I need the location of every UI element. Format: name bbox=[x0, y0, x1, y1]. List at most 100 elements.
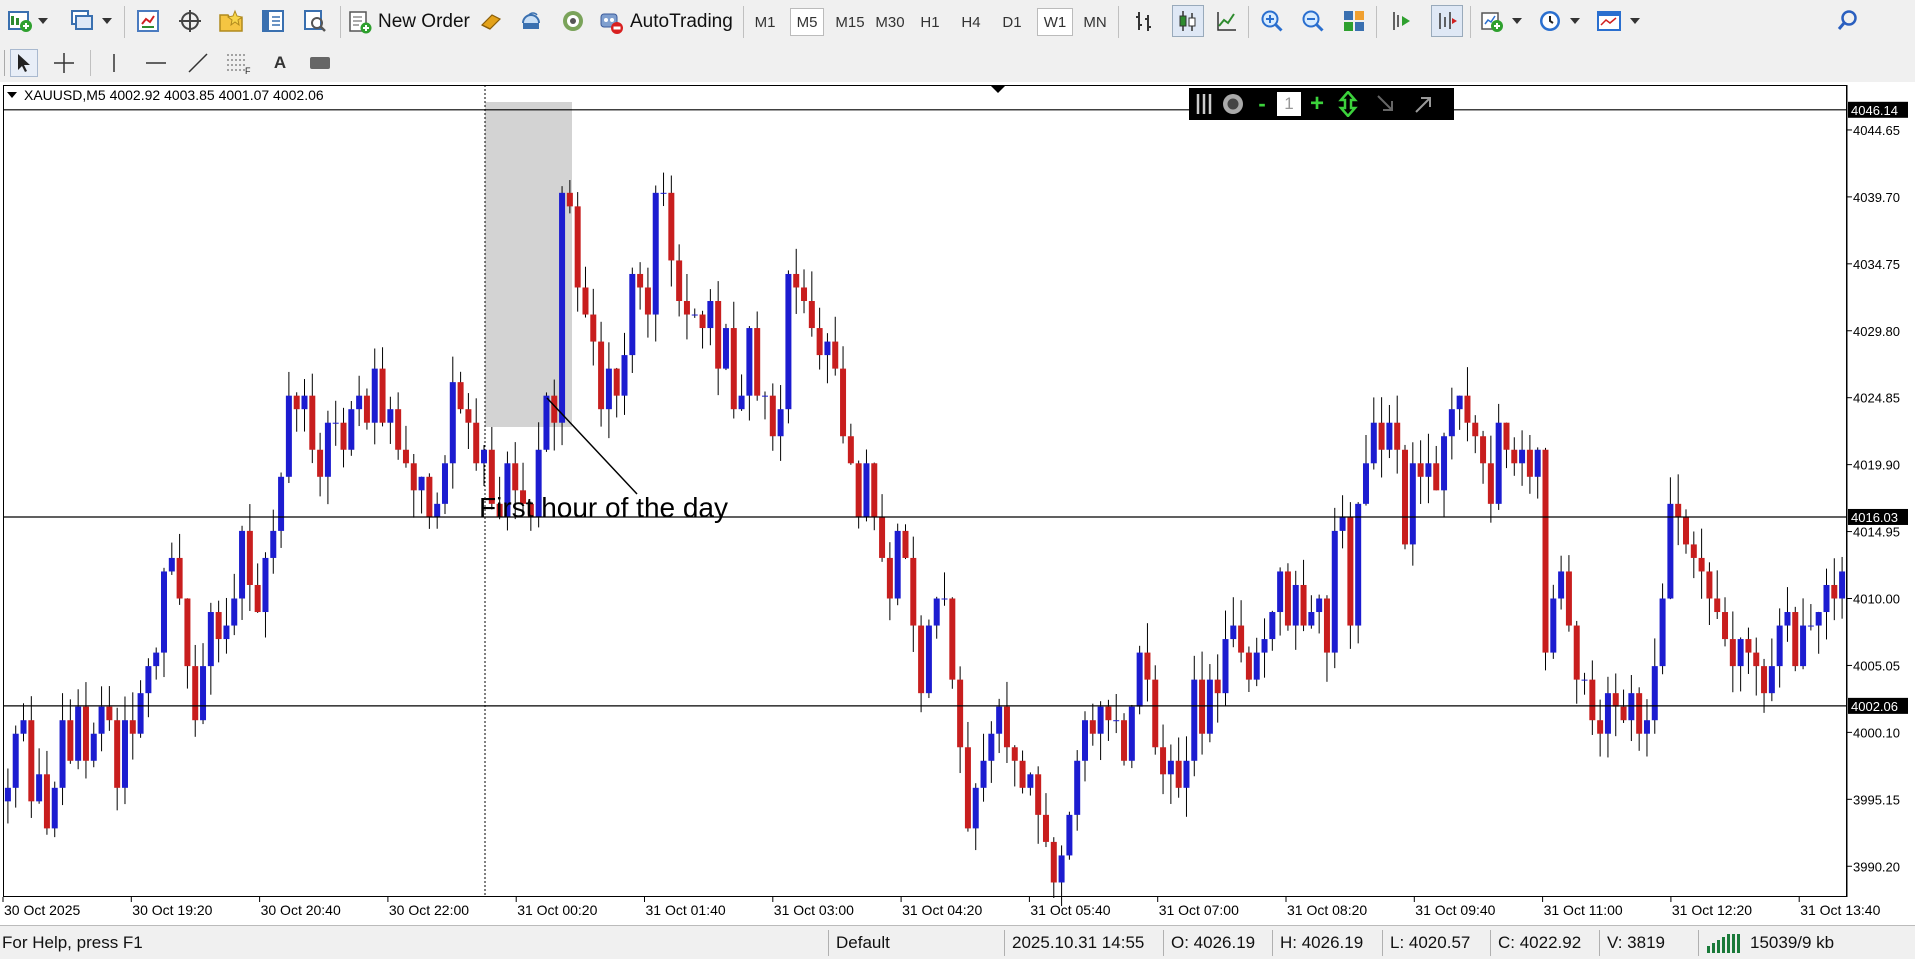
vertical-line-icon[interactable] bbox=[100, 49, 128, 77]
crosshair-tool-icon[interactable] bbox=[50, 49, 78, 77]
candle-body[interactable] bbox=[1698, 557, 1705, 572]
candle-body[interactable] bbox=[145, 666, 152, 694]
line-chart-icon[interactable] bbox=[1213, 7, 1241, 35]
candle-body[interactable] bbox=[395, 409, 402, 450]
candle-body[interactable] bbox=[543, 395, 550, 450]
candle-body[interactable] bbox=[738, 395, 745, 410]
candle-body[interactable] bbox=[1019, 760, 1026, 788]
candle-body[interactable] bbox=[840, 368, 847, 437]
candle-body[interactable] bbox=[941, 598, 948, 600]
candle-body[interactable] bbox=[980, 760, 987, 788]
candle-body[interactable] bbox=[598, 341, 605, 410]
candle-body[interactable] bbox=[231, 598, 238, 626]
candle-body[interactable] bbox=[1113, 720, 1120, 722]
candle-body[interactable] bbox=[1745, 639, 1752, 653]
candle-body[interactable] bbox=[964, 747, 971, 829]
candle-body[interactable] bbox=[894, 530, 901, 599]
candle-body[interactable] bbox=[75, 706, 82, 761]
candle-body[interactable] bbox=[512, 463, 519, 491]
candle-body[interactable] bbox=[293, 395, 300, 410]
candle-body[interactable] bbox=[1558, 571, 1565, 599]
candle-body[interactable] bbox=[1128, 706, 1135, 761]
candle-body[interactable] bbox=[1042, 814, 1049, 842]
candle-body[interactable] bbox=[1667, 503, 1674, 599]
candle-body[interactable] bbox=[1261, 639, 1268, 653]
expand-vertical-icon[interactable] bbox=[1337, 91, 1359, 117]
candle-body[interactable] bbox=[559, 192, 566, 423]
candle-body[interactable] bbox=[683, 301, 690, 315]
candle-body[interactable] bbox=[707, 301, 714, 329]
candle-body[interactable] bbox=[246, 530, 253, 585]
timeframe-m1-button[interactable]: M1 bbox=[748, 8, 782, 36]
candle-body[interactable] bbox=[1402, 449, 1409, 545]
candle-body[interactable] bbox=[481, 449, 488, 464]
candle-body[interactable] bbox=[1823, 584, 1830, 613]
candle-body[interactable] bbox=[918, 625, 925, 694]
candle-body[interactable] bbox=[652, 192, 659, 315]
first-hour-highlight[interactable] bbox=[485, 102, 572, 427]
timeframe-d1-button[interactable]: D1 bbox=[996, 8, 1028, 36]
candle-body[interactable] bbox=[207, 612, 214, 667]
candle-body[interactable] bbox=[1316, 598, 1323, 613]
candle-body[interactable] bbox=[933, 598, 940, 626]
candle-body[interactable] bbox=[387, 409, 394, 423]
connection-status-icon[interactable] bbox=[1706, 932, 1746, 954]
candle-body[interactable] bbox=[1761, 666, 1768, 694]
candle-body[interactable] bbox=[1277, 571, 1284, 613]
dropdown-arrow-icon[interactable] bbox=[100, 14, 114, 28]
candle-body[interactable] bbox=[1269, 612, 1276, 640]
candle-body[interactable] bbox=[793, 273, 800, 288]
tile-windows-icon[interactable] bbox=[1340, 7, 1368, 35]
candle-body[interactable] bbox=[1729, 639, 1736, 667]
candle-body[interactable] bbox=[1550, 598, 1557, 653]
chart-canvas[interactable]: 4046.14 4016.03 4002.06 4044.65 4039.70 4034… bbox=[0, 82, 1915, 925]
candle-body[interactable] bbox=[434, 503, 441, 518]
candle-body[interactable] bbox=[1160, 747, 1167, 775]
candle-body[interactable] bbox=[1082, 720, 1089, 761]
candle-body[interactable] bbox=[12, 733, 19, 788]
terminal-icon[interactable] bbox=[259, 7, 287, 35]
candle-body[interactable] bbox=[67, 720, 74, 761]
candle-body[interactable] bbox=[1636, 693, 1643, 734]
candle-body[interactable] bbox=[621, 355, 628, 396]
candle-body[interactable] bbox=[957, 679, 964, 748]
dropdown-arrow-icon[interactable] bbox=[1510, 14, 1524, 28]
candle-body[interactable] bbox=[1105, 706, 1112, 721]
candle-body[interactable] bbox=[340, 422, 347, 450]
candle-body[interactable] bbox=[1643, 720, 1650, 734]
candle-body[interactable] bbox=[4, 787, 11, 802]
candle-body[interactable] bbox=[262, 557, 269, 613]
candle-body[interactable] bbox=[317, 449, 324, 477]
candle-body[interactable] bbox=[137, 693, 144, 734]
candle-body[interactable] bbox=[816, 328, 823, 356]
candle-body[interactable] bbox=[457, 382, 464, 410]
candle-body[interactable] bbox=[1690, 544, 1697, 558]
candle-body[interactable] bbox=[1323, 598, 1330, 653]
lot-minus-button[interactable]: - bbox=[1255, 91, 1269, 117]
candle-body[interactable] bbox=[278, 476, 285, 531]
candle-body[interactable] bbox=[1230, 625, 1237, 640]
candle-body[interactable] bbox=[90, 733, 97, 761]
candle-body[interactable] bbox=[847, 436, 854, 464]
candle-body[interactable] bbox=[1386, 422, 1393, 450]
candle-body[interactable] bbox=[824, 341, 831, 356]
candle-body[interactable] bbox=[410, 463, 417, 491]
candle-body[interactable] bbox=[1456, 395, 1463, 410]
candle-body[interactable] bbox=[879, 517, 886, 558]
candle-body[interactable] bbox=[1191, 679, 1198, 761]
candle-body[interactable] bbox=[855, 463, 862, 518]
candle-body[interactable] bbox=[1839, 571, 1846, 599]
fibonacci-icon[interactable]: F bbox=[224, 49, 254, 77]
candle-body[interactable] bbox=[82, 706, 89, 761]
candle-body[interactable] bbox=[1628, 693, 1635, 721]
timeframe-h4-button[interactable]: H4 bbox=[955, 8, 987, 36]
candle-body[interactable] bbox=[1464, 395, 1471, 423]
candle-body[interactable] bbox=[106, 706, 113, 721]
candle-body[interactable] bbox=[1714, 598, 1721, 613]
candle-body[interactable] bbox=[1511, 449, 1518, 464]
candle-body[interactable] bbox=[1542, 449, 1549, 653]
candle-body[interactable] bbox=[801, 287, 808, 302]
candle-body[interactable] bbox=[1433, 463, 1440, 491]
price-chart[interactable]: 4046.14 4016.03 4002.06 4044.65 4039.70 4034… bbox=[0, 82, 1915, 925]
lot-plus-button[interactable]: + bbox=[1309, 90, 1325, 118]
